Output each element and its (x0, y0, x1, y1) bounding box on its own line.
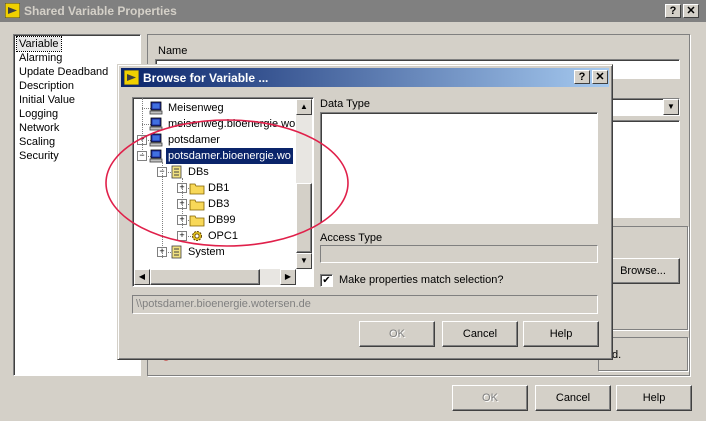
library-icon (169, 245, 183, 264)
category-item[interactable]: Logging (17, 107, 60, 121)
window-title: Shared Variable Properties (24, 4, 177, 18)
scroll-up-icon[interactable]: ▲ (296, 99, 312, 115)
tree-node[interactable]: + OPC1 (133, 228, 297, 244)
scroll-down-icon[interactable]: ▼ (296, 253, 312, 269)
category-item[interactable]: Alarming (17, 51, 64, 65)
name-label: Name (158, 45, 188, 57)
bind-label-tail: d. (612, 349, 622, 361)
window-help-button[interactable]: ? (665, 4, 681, 18)
tree-connector (162, 162, 163, 258)
tree-node[interactable]: + potsdamer (133, 132, 297, 148)
tree-node-label: DB3 (208, 198, 230, 210)
dialog-help-button-bottom[interactable]: Help (523, 321, 599, 347)
data-type-label: Data Type (320, 98, 370, 110)
cancel-button[interactable]: Cancel (535, 385, 611, 411)
scroll-right-icon[interactable]: ▶ (280, 269, 296, 285)
path-display: \\potsdamer.bioenergie.wotersen.de (132, 295, 598, 314)
access-type-box (320, 245, 598, 263)
browse-button[interactable]: Browse... (606, 258, 680, 284)
tree-node-label: Meisenweg (168, 102, 224, 114)
scroll-left-icon[interactable]: ◀ (134, 269, 150, 285)
match-properties-checkbox[interactable]: ✔ (320, 274, 333, 287)
tree-node-label: meisenweg.bioenergie.wo (168, 118, 296, 130)
category-item[interactable]: Initial Value (17, 93, 77, 107)
dropdown-arrow-icon[interactable]: ▼ (663, 99, 679, 115)
labview-app-icon (124, 70, 139, 85)
data-type-box (320, 112, 598, 224)
tree-node-label: DB99 (208, 214, 236, 226)
tree-connector (142, 98, 143, 156)
tree-node-label: potsdamer (168, 134, 220, 146)
category-item[interactable]: Description (17, 79, 76, 93)
access-type-label: Access Type (320, 232, 383, 244)
tree-node[interactable]: meisenweg.bioenergie.wo (133, 116, 297, 132)
tree-node[interactable]: + System (133, 244, 297, 260)
category-item[interactable]: Security (17, 149, 61, 163)
tree-node-label: DB1 (208, 182, 230, 194)
hscroll-thumb[interactable] (150, 269, 260, 285)
tree-hscrollbar[interactable]: ◀ ▶ (134, 269, 296, 285)
browse-dialog-title: Browse for Variable ... (143, 71, 269, 85)
category-item[interactable]: Update Deadband (17, 65, 110, 79)
tree-connector (182, 178, 183, 228)
tree-node-label: potsdamer.bioenergie.wo (166, 148, 293, 164)
scroll-thumb[interactable] (296, 183, 312, 253)
help-button[interactable]: Help (616, 385, 692, 411)
category-item[interactable]: Network (17, 121, 61, 135)
window-close-button[interactable]: ✕ (683, 4, 699, 18)
dialog-help-button[interactable]: ? (574, 70, 590, 84)
tree-expand-icon[interactable]: + (177, 231, 187, 241)
browse-dialog-titlebar: Browse for Variable ... ? ✕ (121, 68, 609, 87)
category-item[interactable]: Scaling (17, 135, 57, 149)
ok-button[interactable]: OK (452, 385, 528, 411)
variable-tree[interactable]: Meisenweg meisenweg.bioenergie.wo + potsdam… (132, 97, 314, 287)
labview-app-icon (5, 3, 20, 18)
tree-node[interactable]: − potsdamer.bioenergie.wo (133, 148, 297, 164)
tree-node-label: System (188, 246, 225, 258)
checkmark-icon: ✔ (322, 275, 331, 286)
tree-node-label: OPC1 (208, 230, 238, 242)
category-item[interactable]: Variable (16, 36, 62, 52)
tree-node[interactable]: + DB1 (133, 180, 297, 196)
dialog-close-button[interactable]: ✕ (592, 70, 608, 84)
tree-node[interactable]: − DBs (133, 164, 297, 180)
tree-node[interactable]: Meisenweg (133, 100, 297, 116)
window-titlebar: Shared Variable Properties ? ✕ (0, 0, 706, 22)
dialog-cancel-button[interactable]: Cancel (442, 321, 518, 347)
tree-node[interactable]: + DB3 (133, 196, 297, 212)
dialog-ok-button[interactable]: OK (359, 321, 435, 347)
tree-vscrollbar[interactable]: ▲ ▼ (296, 99, 312, 269)
tree-node[interactable]: + DB99 (133, 212, 297, 228)
browse-dialog: Browse for Variable ... ? ✕ Meisenweg mei… (117, 64, 613, 360)
match-properties-label: Make properties match selection? (339, 274, 504, 286)
tree-node-label: DBs (188, 166, 209, 178)
